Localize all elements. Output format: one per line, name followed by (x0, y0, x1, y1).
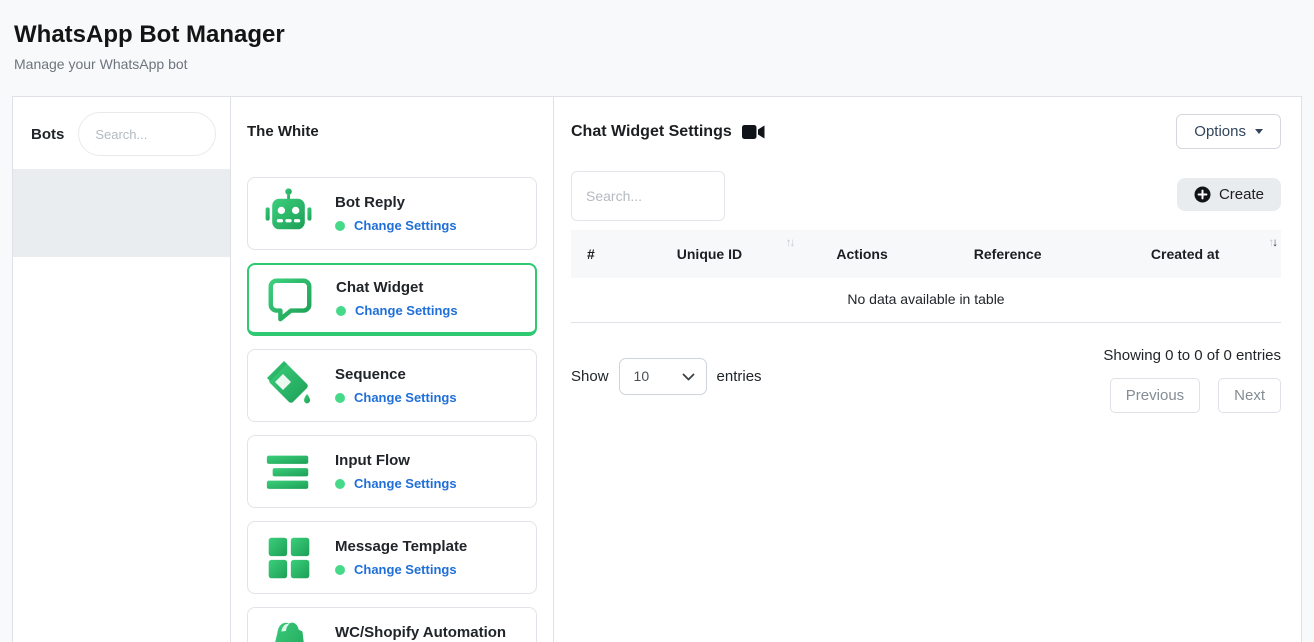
table-empty-row: No data available in table (571, 278, 1281, 323)
next-button[interactable]: Next (1218, 378, 1281, 413)
video-camera-icon (742, 124, 765, 140)
status-dot-icon (335, 565, 345, 575)
column-header-actions[interactable]: Actions (798, 230, 926, 278)
feature-title: Chat Widget (336, 279, 458, 296)
change-settings-link[interactable]: Change Settings (354, 218, 457, 233)
shopping-bag-icon (262, 617, 315, 642)
status-dot-icon (335, 221, 345, 231)
feature-title: Message Template (335, 538, 467, 555)
feature-card-chat-widget[interactable]: Chat Widget Change Settings (247, 263, 537, 336)
feature-card-wc-shopify-automation[interactable]: WC/Shopify Automation Change Settings (247, 607, 537, 642)
change-settings-link[interactable]: Change Settings (355, 303, 458, 318)
feature-title: Bot Reply (335, 194, 457, 211)
bots-sidebar: Bots (13, 97, 231, 642)
page-title: WhatsApp Bot Manager (14, 20, 1300, 50)
column-header-unique-id[interactable]: Unique ID ↑↓ (621, 230, 799, 278)
change-settings-link[interactable]: Change Settings (354, 476, 457, 491)
status-dot-icon (335, 393, 345, 403)
bot-features-panel: The White (231, 97, 554, 642)
change-settings-link[interactable]: Change Settings (354, 562, 457, 577)
feature-card-message-template[interactable]: Message Template Change Settings (247, 521, 537, 594)
entries-label: entries (717, 368, 762, 385)
sort-icon: ↑↓ (786, 237, 794, 249)
page-subtitle: Manage your WhatsApp bot (14, 56, 1300, 72)
create-button-label: Create (1219, 186, 1264, 203)
chat-bubble-icon (263, 272, 316, 325)
status-dot-icon (336, 306, 346, 316)
create-button[interactable]: Create (1177, 178, 1281, 211)
bots-label: Bots (31, 126, 64, 143)
feature-card-bot-reply[interactable]: Bot Reply Change Settings (247, 177, 537, 250)
change-settings-link[interactable]: Change Settings (354, 390, 457, 405)
pagination-summary: Showing 0 to 0 of 0 entries (1103, 347, 1281, 364)
page-size-select[interactable]: 10 (619, 358, 707, 395)
bot-list-item-selected[interactable] (13, 169, 230, 257)
column-header-created-at[interactable]: Created at ↑↓ (1089, 230, 1281, 278)
plus-circle-icon (1194, 186, 1211, 203)
paint-bucket-icon (262, 359, 315, 412)
options-button[interactable]: Options (1176, 114, 1281, 149)
empty-message: No data available in table (571, 278, 1281, 323)
options-button-label: Options (1194, 123, 1246, 140)
feature-title: Input Flow (335, 452, 457, 469)
feature-card-input-flow[interactable]: Input Flow Change Settings (247, 435, 537, 508)
show-label: Show (571, 368, 609, 385)
status-dot-icon (335, 479, 345, 489)
previous-button[interactable]: Previous (1110, 378, 1200, 413)
table-search-input[interactable] (571, 171, 725, 221)
grid-icon (262, 531, 315, 584)
settings-panel: Chat Widget Settings Options (554, 97, 1301, 642)
feature-title: WC/Shopify Automation (335, 624, 506, 641)
main-panel: Bots The White (12, 96, 1302, 642)
bot-name: The White (247, 123, 537, 140)
column-header-reference[interactable]: Reference (926, 230, 1089, 278)
widgets-table: # Unique ID ↑↓ Actions Reference Created… (571, 230, 1281, 323)
chevron-down-icon (1255, 129, 1263, 134)
column-header-number[interactable]: # (571, 230, 621, 278)
robot-icon (262, 187, 315, 240)
input-bars-icon (262, 445, 315, 498)
settings-title: Chat Widget Settings (571, 123, 732, 141)
bots-search-input[interactable] (78, 112, 216, 156)
feature-title: Sequence (335, 366, 457, 383)
feature-card-sequence[interactable]: Sequence Change Settings (247, 349, 537, 422)
sort-icon: ↑↓ (1269, 237, 1277, 249)
page-header: WhatsApp Bot Manager Manage your WhatsAp… (0, 0, 1314, 72)
